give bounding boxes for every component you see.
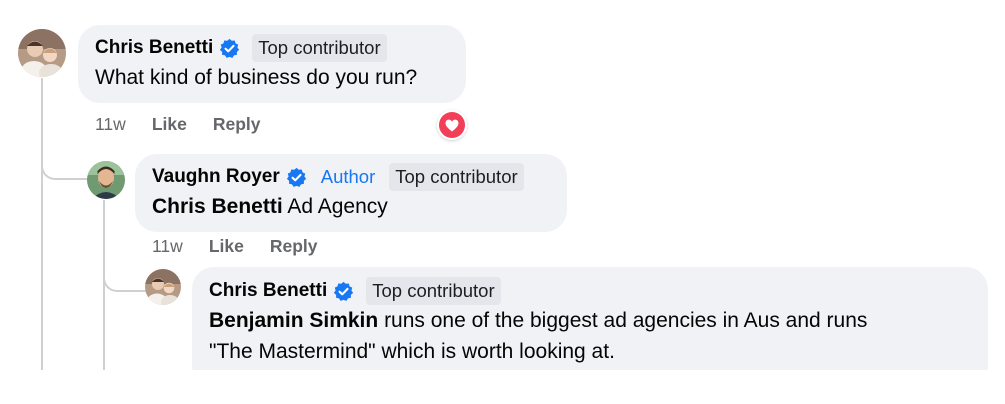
top-contributor-badge[interactable]: Top contributor <box>389 163 524 191</box>
author-badge: Author <box>320 166 376 187</box>
comment-text-line1: Benjamin Simkin runs one of the biggest … <box>209 305 867 336</box>
avatar[interactable] <box>18 29 66 77</box>
top-contributor-badge[interactable]: Top contributor <box>366 277 501 305</box>
mention-link[interactable]: Chris Benetti <box>152 195 283 218</box>
crop-edge <box>0 370 1005 404</box>
comment-timestamp[interactable]: 11w <box>95 114 126 135</box>
thread-line-level2 <box>103 200 105 380</box>
thread-connector-reply1 <box>41 150 88 180</box>
comment-header: Chris Benetti Top contributor <box>209 277 501 305</box>
avatar[interactable] <box>87 161 125 199</box>
comment-actions: 11w Like Reply <box>152 236 344 257</box>
author-name[interactable]: Chris Benetti <box>209 280 327 302</box>
mention-link[interactable]: Benjamin Simkin <box>209 309 378 332</box>
verified-badge-icon <box>219 38 240 59</box>
comment-actions: 11w Like Reply <box>95 114 287 135</box>
reply-button[interactable]: Reply <box>270 236 318 257</box>
comment-body: runs one of the biggest ad agencies in A… <box>384 309 868 332</box>
verified-badge-icon <box>333 281 354 302</box>
avatar[interactable] <box>145 269 181 305</box>
author-name[interactable]: Vaughn Royer <box>152 166 280 188</box>
comment-timestamp[interactable]: 11w <box>152 236 183 257</box>
comment-text: Chris Benetti Ad Agency <box>152 191 388 222</box>
comment-header: Vaughn Royer Author Top contributor <box>152 163 524 191</box>
verified-badge-icon <box>286 167 307 188</box>
love-reaction-icon[interactable] <box>437 110 467 140</box>
like-button[interactable]: Like <box>209 236 244 257</box>
top-contributor-badge[interactable]: Top contributor <box>252 34 387 62</box>
reply-button[interactable]: Reply <box>213 114 261 135</box>
comment-text-line2: "The Mastermind" which is worth looking … <box>209 340 615 363</box>
comment-body: Ad Agency <box>287 195 388 218</box>
author-name[interactable]: Chris Benetti <box>95 37 213 59</box>
comment-header: Chris Benetti Top contributor <box>95 34 387 62</box>
like-button[interactable]: Like <box>152 114 187 135</box>
comment-text: What kind of business do you run? <box>95 66 418 89</box>
thread-line-level1 <box>41 78 43 378</box>
thread-connector-reply2 <box>103 262 147 292</box>
